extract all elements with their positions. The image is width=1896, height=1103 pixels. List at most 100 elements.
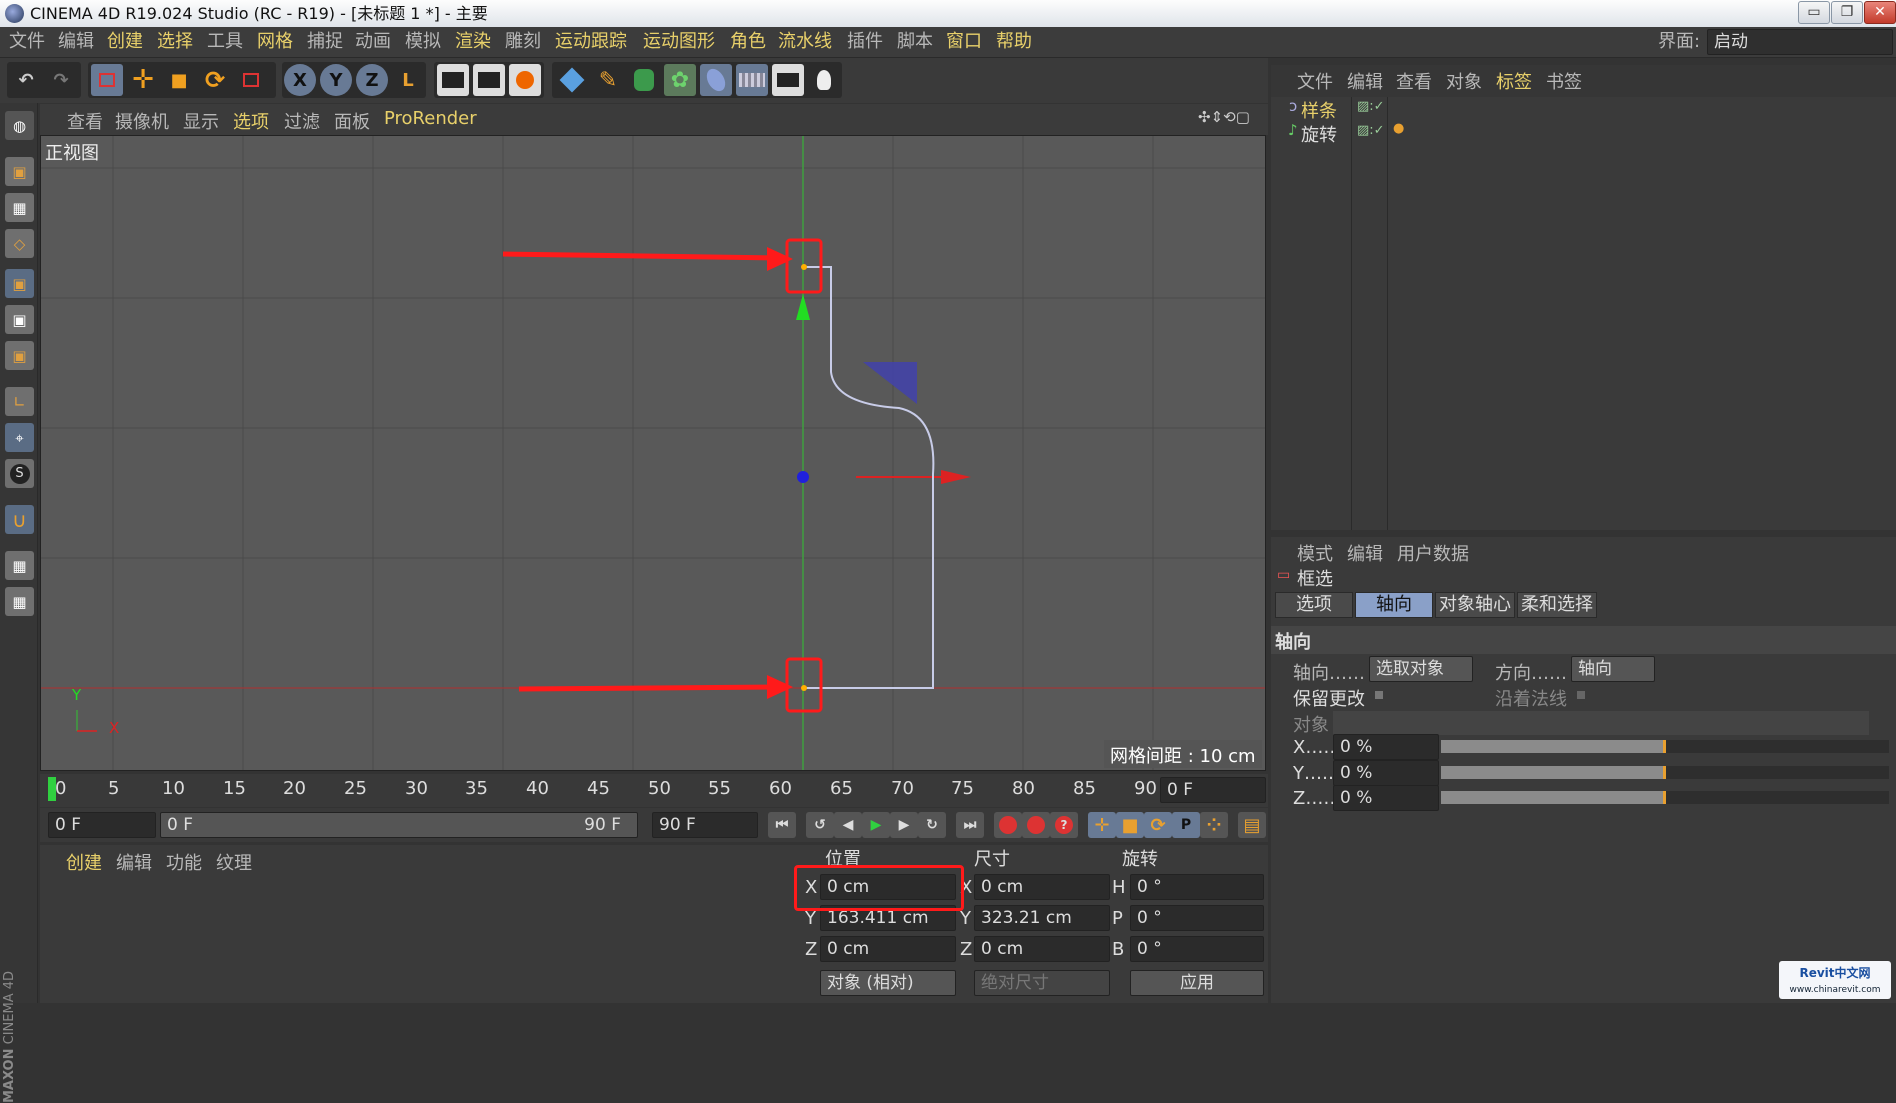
size-mode-select[interactable]: 绝对尺寸 xyxy=(974,970,1110,996)
vp-menu-filter[interactable]: 过滤 xyxy=(284,108,320,134)
menu-mesh[interactable]: 网格 xyxy=(257,31,293,53)
workplane-lock-button[interactable]: ▦ xyxy=(5,551,34,580)
menu-edit[interactable]: 编辑 xyxy=(58,31,94,53)
menu-render[interactable]: 渲染 xyxy=(455,31,491,53)
deformer-button[interactable] xyxy=(700,64,732,96)
menu-help[interactable]: 帮助 xyxy=(996,31,1032,53)
vp-menu-camera[interactable]: 摄像机 xyxy=(115,108,169,134)
mat-menu-texture[interactable]: 纹理 xyxy=(216,849,252,875)
menu-pipeline[interactable]: 流水线 xyxy=(778,31,832,53)
close-button[interactable]: ✕ xyxy=(1864,1,1896,24)
menu-sculpt[interactable]: 雕刻 xyxy=(505,31,541,53)
minimize-button[interactable]: ▭ xyxy=(1798,1,1830,24)
direction-select[interactable]: 轴向 xyxy=(1571,656,1655,682)
key-position-button[interactable]: ✛ xyxy=(1088,812,1116,838)
go-start-button[interactable]: ⏮ xyxy=(768,812,796,838)
key-param-button[interactable]: P xyxy=(1172,812,1200,838)
key-scale-button[interactable]: ■ xyxy=(1116,812,1144,838)
lock-z-button[interactable]: Z xyxy=(356,64,388,96)
menu-plugins[interactable]: 插件 xyxy=(847,31,883,53)
mat-menu-function[interactable]: 功能 xyxy=(166,849,202,875)
attr-menu-mode[interactable]: 模式 xyxy=(1297,540,1333,566)
y-pct-slider-knob[interactable] xyxy=(1663,766,1666,779)
size-x-field[interactable]: 0 cm xyxy=(974,874,1110,900)
rot-p-field[interactable]: 0 ° xyxy=(1130,905,1264,931)
visibility-toggle-2[interactable]: ▨:✓ xyxy=(1357,123,1385,138)
cube-button[interactable] xyxy=(556,64,588,96)
tab-options[interactable]: 选项 xyxy=(1275,592,1353,618)
menu-select[interactable]: 选择 xyxy=(157,31,193,53)
timeline-window-button[interactable]: ▤ xyxy=(1238,812,1266,838)
render-settings-button[interactable] xyxy=(509,64,541,96)
edges-mode-button[interactable]: ▣ xyxy=(5,305,34,334)
current-frame-field[interactable]: 0 F xyxy=(1160,777,1266,803)
rot-b-field[interactable]: 0 ° xyxy=(1130,936,1264,962)
maximize-button[interactable]: ❐ xyxy=(1831,1,1863,24)
tab-soft-selection[interactable]: 柔和选择 xyxy=(1517,592,1597,618)
menu-script[interactable]: 脚本 xyxy=(897,31,933,53)
make-editable-button[interactable]: ◍ xyxy=(5,111,34,140)
workplane-button[interactable]: ◇ xyxy=(5,229,34,258)
axis-select[interactable]: 选取对象 xyxy=(1369,656,1473,682)
coord-system-button[interactable]: L xyxy=(392,64,424,96)
tweak-button[interactable]: ⌖ xyxy=(5,423,34,452)
viewport-nav-icons[interactable]: ✣⇕⟲▢ xyxy=(1198,108,1250,126)
snap-button[interactable]: ∪ xyxy=(5,505,34,534)
x-pct-field[interactable]: 0 % xyxy=(1333,734,1439,760)
camera-button[interactable] xyxy=(772,64,804,96)
prev-key-button[interactable]: ↺ xyxy=(806,812,834,838)
go-end-button[interactable]: ⏭ xyxy=(956,812,984,838)
next-frame-button[interactable]: ▶ xyxy=(890,812,918,838)
key-rotation-button[interactable]: ⟳ xyxy=(1144,812,1172,838)
end-frame-field[interactable]: 90 F xyxy=(652,812,758,838)
layout-select[interactable]: 启动 xyxy=(1707,29,1893,55)
object-axis-center[interactable] xyxy=(797,471,809,483)
obj-menu-tags[interactable]: 标签 xyxy=(1496,68,1532,94)
x-pct-slider[interactable] xyxy=(1441,740,1889,753)
attr-menu-userdata[interactable]: 用户数据 xyxy=(1397,540,1469,566)
menu-tools[interactable]: 工具 xyxy=(207,31,243,53)
rot-h-field[interactable]: 0 ° xyxy=(1130,874,1264,900)
tab-axis[interactable]: 轴向 xyxy=(1355,592,1433,618)
key-pla-button[interactable]: ⁘ xyxy=(1200,812,1228,838)
floor-button[interactable] xyxy=(736,64,768,96)
prev-frame-button[interactable]: ◀ xyxy=(834,812,862,838)
points-mode-button[interactable]: ▣ xyxy=(5,269,34,298)
solo-button[interactable]: S xyxy=(5,459,34,488)
phong-tag-icon[interactable]: ● xyxy=(1393,121,1404,136)
next-key-button[interactable]: ↻ xyxy=(918,812,946,838)
vp-menu-options[interactable]: 选项 xyxy=(233,108,269,134)
lock-x-button[interactable]: X xyxy=(284,64,316,96)
pen-button[interactable]: ✎ xyxy=(592,64,624,96)
size-y-field[interactable]: 323.21 cm xyxy=(974,905,1110,931)
z-pct-field[interactable]: 0 % xyxy=(1333,785,1439,811)
mat-menu-edit[interactable]: 编辑 xyxy=(116,849,152,875)
list-item[interactable]: ↄ 样条 ▨:✓ xyxy=(1271,97,1896,121)
menu-animate[interactable]: 动画 xyxy=(355,31,391,53)
redo-button[interactable]: ↷ xyxy=(45,64,77,96)
z-pct-slider-knob[interactable] xyxy=(1663,791,1666,804)
obj-menu-object[interactable]: 对象 xyxy=(1446,68,1482,94)
menu-file[interactable]: 文件 xyxy=(9,31,45,53)
pos-z-field[interactable]: 0 cm xyxy=(820,936,956,962)
scale-button[interactable]: ■ xyxy=(163,64,195,96)
menu-snap[interactable]: 捕捉 xyxy=(307,31,343,53)
autokey-button[interactable] xyxy=(1022,812,1050,838)
vp-menu-display[interactable]: 显示 xyxy=(183,108,219,134)
menu-character[interactable]: 角色 xyxy=(730,31,766,53)
y-pct-slider[interactable] xyxy=(1441,766,1889,779)
keep-changes-checkbox[interactable] xyxy=(1375,691,1383,699)
z-pct-slider[interactable] xyxy=(1441,791,1889,804)
timeline-ruler[interactable]: 0 5 10 15 20 25 30 35 40 45 50 55 60 65 … xyxy=(40,774,1268,807)
vp-menu-view[interactable]: 查看 xyxy=(67,108,103,134)
render-view-button[interactable] xyxy=(437,64,469,96)
menu-create[interactable]: 创建 xyxy=(107,31,143,53)
texture-mode-button[interactable]: ▦ xyxy=(5,193,34,222)
live-selection-button[interactable] xyxy=(91,64,123,96)
tab-object-axis[interactable]: 对象轴心 xyxy=(1435,592,1515,618)
x-handle-icon[interactable] xyxy=(941,470,971,484)
tangent-handle[interactable] xyxy=(863,362,917,404)
obj-menu-bookmarks[interactable]: 书签 xyxy=(1546,68,1582,94)
keyframe-selection-button[interactable]: ? xyxy=(1050,812,1078,838)
size-z-field[interactable]: 0 cm xyxy=(974,936,1110,962)
